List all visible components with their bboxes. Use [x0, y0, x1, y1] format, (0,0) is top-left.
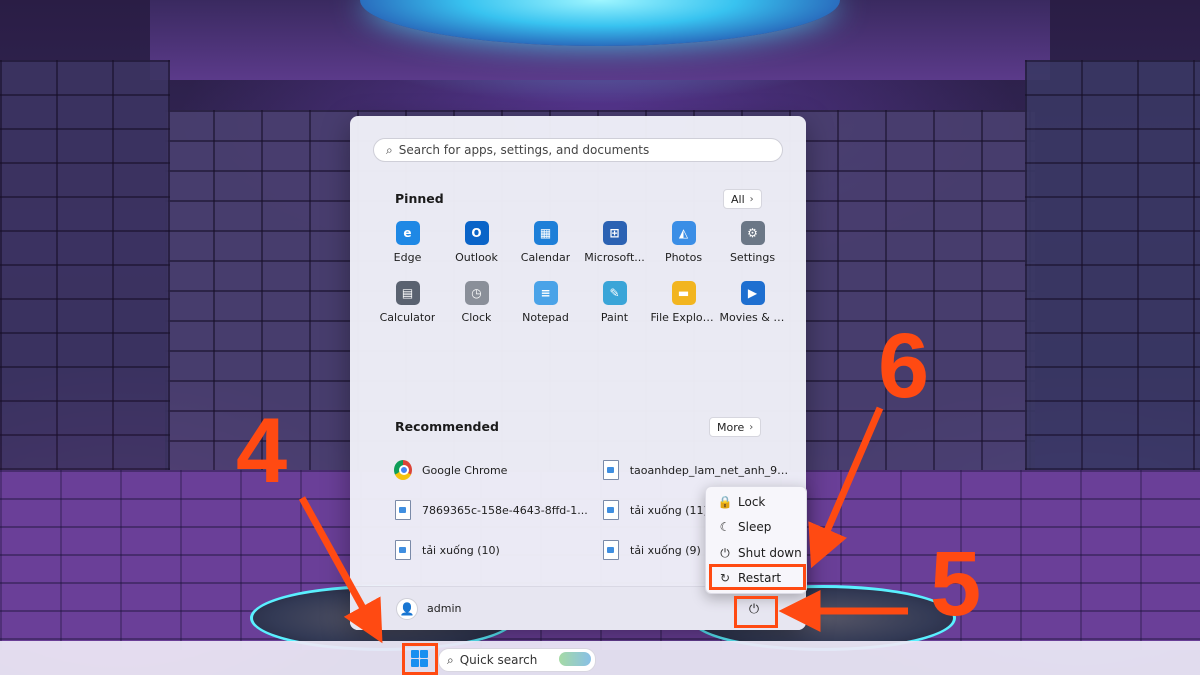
pinned-app-label: Microsoft... — [584, 251, 645, 264]
recommended-title: Recommended — [395, 419, 499, 434]
pinned-app-microsoft-store[interactable]: ⊞ Microsoft... — [580, 221, 649, 281]
recommended-item-label: tải xuống (10) — [422, 543, 500, 557]
all-apps-button[interactable]: All › — [723, 189, 762, 209]
chevron-right-icon: › — [749, 193, 754, 205]
pinned-app-label: Calendar — [520, 251, 571, 264]
search-icon: ⌕ — [447, 652, 454, 667]
power-menu-label: Sleep — [738, 520, 772, 534]
pinned-app-paint[interactable]: ✎ Paint — [580, 281, 649, 341]
pinned-app-label: Edge — [393, 251, 422, 264]
taskbar — [0, 641, 1200, 675]
power-menu-sleep[interactable]: ☾ Sleep — [706, 516, 806, 538]
pinned-title: Pinned — [395, 191, 444, 206]
pinned-app-label: Notepad — [522, 311, 569, 324]
pinned-app-settings[interactable]: ⚙ Settings — [718, 221, 787, 281]
pinned-app-label: Clock — [461, 311, 492, 324]
highlight-start-button — [402, 643, 438, 675]
recommended-item[interactable]: tải xuống (10) — [394, 530, 602, 570]
image-file-icon — [394, 500, 412, 520]
image-file-icon — [602, 540, 620, 560]
pinned-app-label: Photos — [664, 251, 703, 264]
highlight-power-button — [734, 596, 778, 628]
recommended-item[interactable]: taoanhdep_lam_net_anh_92... — [602, 450, 792, 490]
pinned-app-movies-tv[interactable]: ▶ Movies & TV — [718, 281, 787, 341]
pinned-app-label: Movies & TV — [719, 311, 786, 324]
recommended-item-label: tải xuống (11) — [630, 503, 708, 517]
pinned-app-outlook[interactable]: O Outlook — [442, 221, 511, 281]
wallpaper-right-wall — [1025, 60, 1200, 510]
power-menu-lock[interactable]: 🔒 Lock — [706, 491, 806, 513]
shutdown-icon: ⏻ — [720, 545, 730, 560]
pinned-app-clock[interactable]: ◷ Clock — [442, 281, 511, 341]
microsoft-store-icon: ⊞ — [602, 221, 627, 245]
chevron-right-icon: › — [749, 421, 754, 433]
recommended-item-label: taoanhdep_lam_net_anh_92... — [629, 463, 792, 477]
recommended-item[interactable]: 7869365c-158e-4643-8ffd-1... — [394, 490, 602, 530]
file-explorer-icon: ▬ — [671, 281, 696, 305]
pinned-app-label: Paint — [600, 311, 629, 324]
user-name[interactable]: admin — [427, 602, 461, 615]
power-menu-label: Lock — [738, 495, 766, 509]
more-label: More — [717, 420, 745, 434]
recommended-item-label: tải xuống (9) — [630, 543, 701, 557]
all-apps-label: All — [731, 192, 745, 206]
step-6-label: 6 — [878, 315, 930, 417]
start-search-input[interactable]: ⌕ Search for apps, settings, and documen… — [373, 138, 783, 162]
calculator-icon: ▤ — [395, 281, 420, 305]
image-file-icon — [602, 500, 620, 520]
taskbar-search[interactable]: ⌕ Quick search — [438, 648, 596, 672]
pinned-app-file-explorer[interactable]: ▬ File Explorer — [649, 281, 718, 341]
search-icon: ⌕ — [386, 142, 393, 157]
taskbar-search-label: Quick search — [459, 653, 538, 667]
more-button[interactable]: More › — [709, 417, 762, 437]
pinned-app-label: Calculator — [379, 311, 436, 324]
highlight-restart — [709, 564, 806, 590]
calendar-icon: ▦ — [533, 221, 558, 245]
notepad-icon: ≡ — [533, 281, 558, 305]
pinned-app-label: Outlook — [455, 251, 498, 264]
sleep-icon: ☾ — [719, 520, 731, 534]
pinned-app-label: File Explorer — [650, 311, 717, 324]
pinned-app-label: Settings — [729, 251, 776, 264]
user-avatar-icon[interactable]: 👤 — [396, 598, 418, 620]
recommended-item[interactable]: Google Chrome — [394, 450, 602, 490]
recommended-item-label: 7869365c-158e-4643-8ffd-1... — [422, 503, 588, 517]
power-menu-label: Shut down — [738, 546, 802, 560]
pinned-app-photos[interactable]: ◭ Photos — [649, 221, 718, 281]
settings-icon: ⚙ — [740, 221, 765, 245]
power-menu-shutdown[interactable]: ⏻ Shut down — [706, 542, 806, 564]
image-file-icon — [602, 460, 620, 480]
paint-icon: ✎ — [602, 281, 627, 305]
lock-icon: 🔒 — [717, 495, 733, 509]
search-highlight-icon — [559, 652, 591, 666]
step-5-label: 5 — [930, 533, 982, 635]
movies-tv-icon: ▶ — [740, 281, 765, 305]
edge-icon: e — [395, 221, 420, 245]
wallpaper-left-wall — [0, 60, 170, 510]
pinned-app-edge[interactable]: e Edge — [373, 221, 442, 281]
step-4-label: 4 — [236, 400, 288, 502]
chrome-icon — [394, 460, 412, 480]
outlook-icon: O — [464, 221, 489, 245]
clock-icon: ◷ — [464, 281, 489, 305]
pinned-app-notepad[interactable]: ≡ Notepad — [511, 281, 580, 341]
start-search-placeholder: Search for apps, settings, and documents — [398, 143, 650, 157]
pinned-app-calculator[interactable]: ▤ Calculator — [373, 281, 442, 341]
image-file-icon — [394, 540, 412, 560]
pinned-app-calendar[interactable]: ▦ Calendar — [511, 221, 580, 281]
recommended-item-label: Google Chrome — [422, 463, 508, 477]
photos-icon: ◭ — [671, 221, 696, 245]
pinned-apps-grid: e Edge O Outlook ▦ Calendar ⊞ Microsoft... ◭ Phot… — [373, 221, 787, 341]
